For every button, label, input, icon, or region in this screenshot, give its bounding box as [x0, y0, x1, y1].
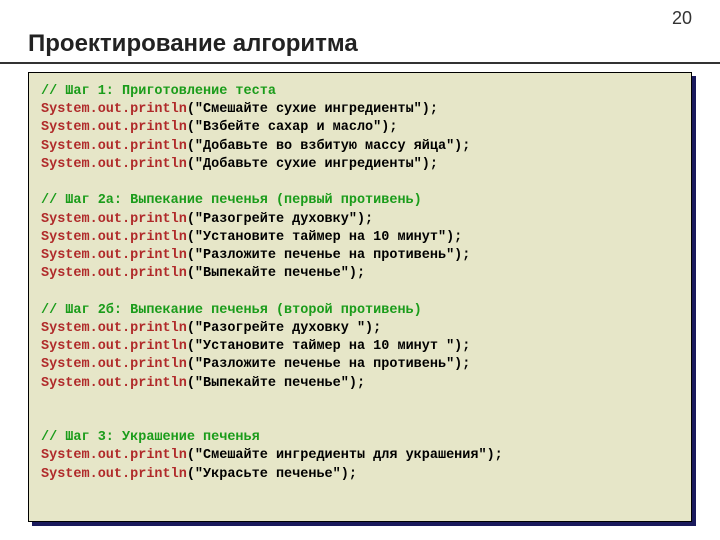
code-text: ("Разогрейте духовку");	[187, 212, 373, 227]
page-number: 20	[672, 8, 692, 29]
code-token: System.out.println	[41, 120, 187, 135]
code-token: System.out.println	[41, 230, 187, 245]
code-token: System.out.println	[41, 467, 187, 482]
code-token: System.out.println	[41, 102, 187, 117]
code-text: ("Разложите печенье на противень");	[187, 248, 471, 263]
code-block: // Шаг 1: Приготовление теста System.out…	[28, 72, 692, 522]
code-text: ("Взбейте сахар и масло");	[187, 120, 398, 135]
code-token: System.out.println	[41, 212, 187, 227]
code-text: ("Добавьте сухие ингредиенты");	[187, 157, 438, 172]
code-text: ("Смешайте ингредиенты для украшения");	[187, 448, 503, 463]
code-text: ("Выпекайте печенье");	[187, 266, 365, 281]
code-token: System.out.println	[41, 448, 187, 463]
code-token: System.out.println	[41, 339, 187, 354]
code-text: ("Смешайте сухие ингредиенты");	[187, 102, 438, 117]
code-text: ("Выпекайте печенье");	[187, 376, 365, 391]
code-token: System.out.println	[41, 376, 187, 391]
code-token: System.out.println	[41, 248, 187, 263]
code-text: ("Добавьте во взбитую массу яйца");	[187, 139, 471, 154]
code-token: System.out.println	[41, 157, 187, 172]
page-title: Проектирование алгоритма	[28, 30, 358, 58]
code-token: System.out.println	[41, 266, 187, 281]
code-text: ("Установите таймер на 10 минут ");	[187, 339, 471, 354]
code-token: System.out.println	[41, 357, 187, 372]
code-token: System.out.println	[41, 321, 187, 336]
code-comment: // Шаг 2а: Выпекание печенья (первый про…	[41, 193, 422, 208]
code-text: ("Украсьте печенье");	[187, 467, 357, 482]
code-text: ("Разложите печенье на противень");	[187, 357, 471, 372]
code-text: ("Разогрейте духовку ");	[187, 321, 381, 336]
code-comment: // Шаг 2б: Выпекание печенья (второй про…	[41, 303, 422, 318]
code-comment: // Шаг 3: Украшение печенья	[41, 430, 260, 445]
code-token: System.out.println	[41, 139, 187, 154]
code-text: ("Установите таймер на 10 минут");	[187, 230, 462, 245]
code-comment: // Шаг 1: Приготовление теста	[41, 84, 276, 99]
title-underline	[0, 62, 720, 64]
